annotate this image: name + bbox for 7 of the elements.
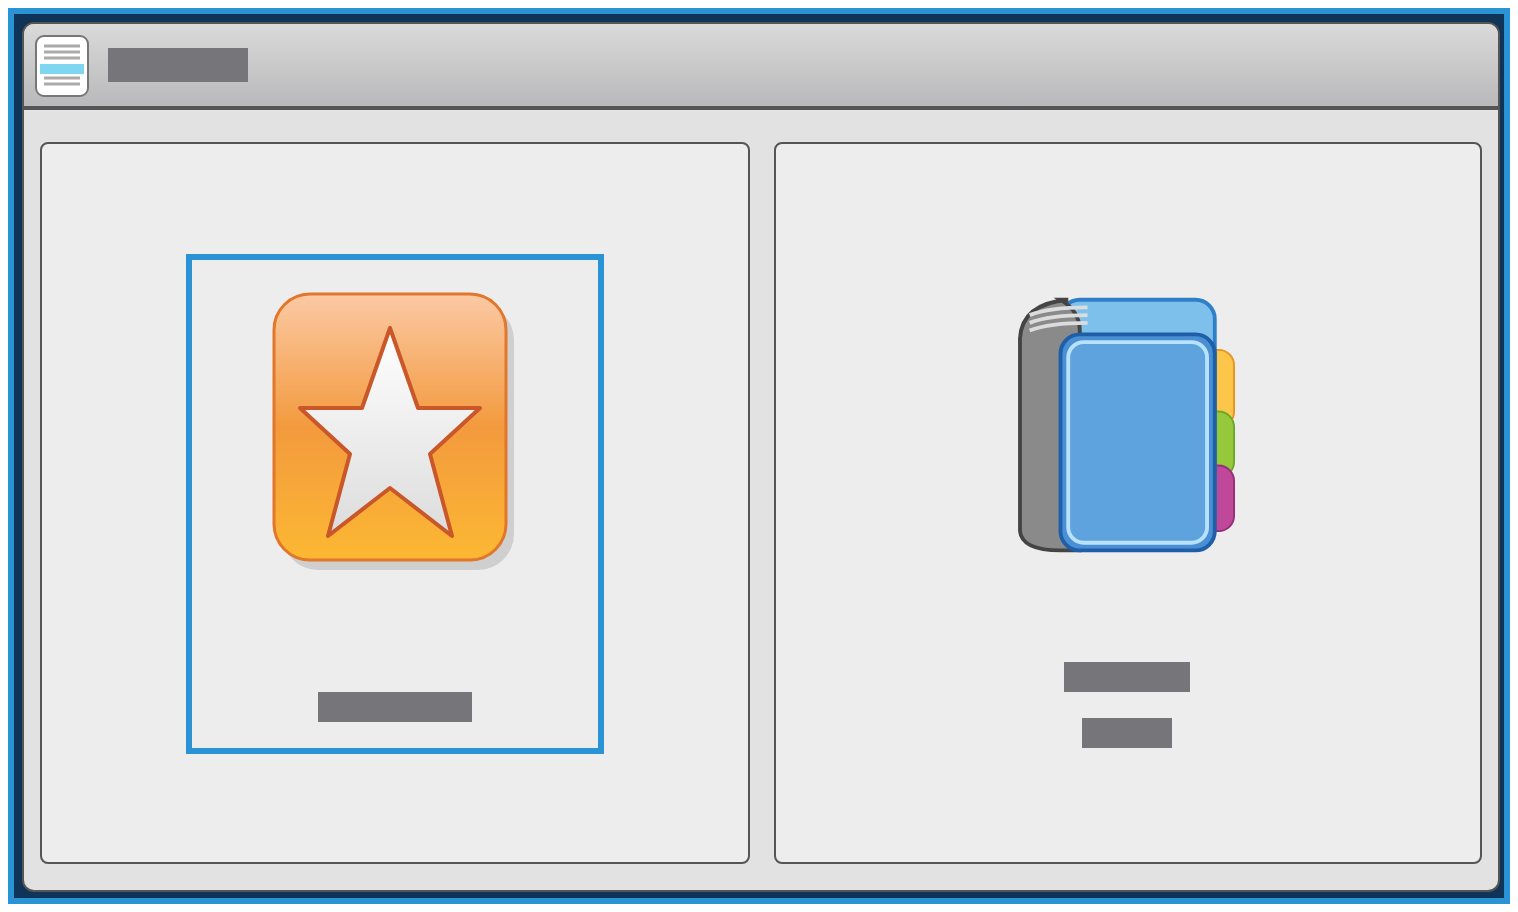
redacted-title [108, 48, 248, 82]
redacted-label [1064, 661, 1191, 691]
document-icon [34, 33, 90, 97]
app-tile[interactable] [773, 142, 1482, 864]
redacted-label [1082, 717, 1173, 747]
star-icon [272, 291, 517, 571]
app-tile[interactable] [40, 142, 749, 864]
